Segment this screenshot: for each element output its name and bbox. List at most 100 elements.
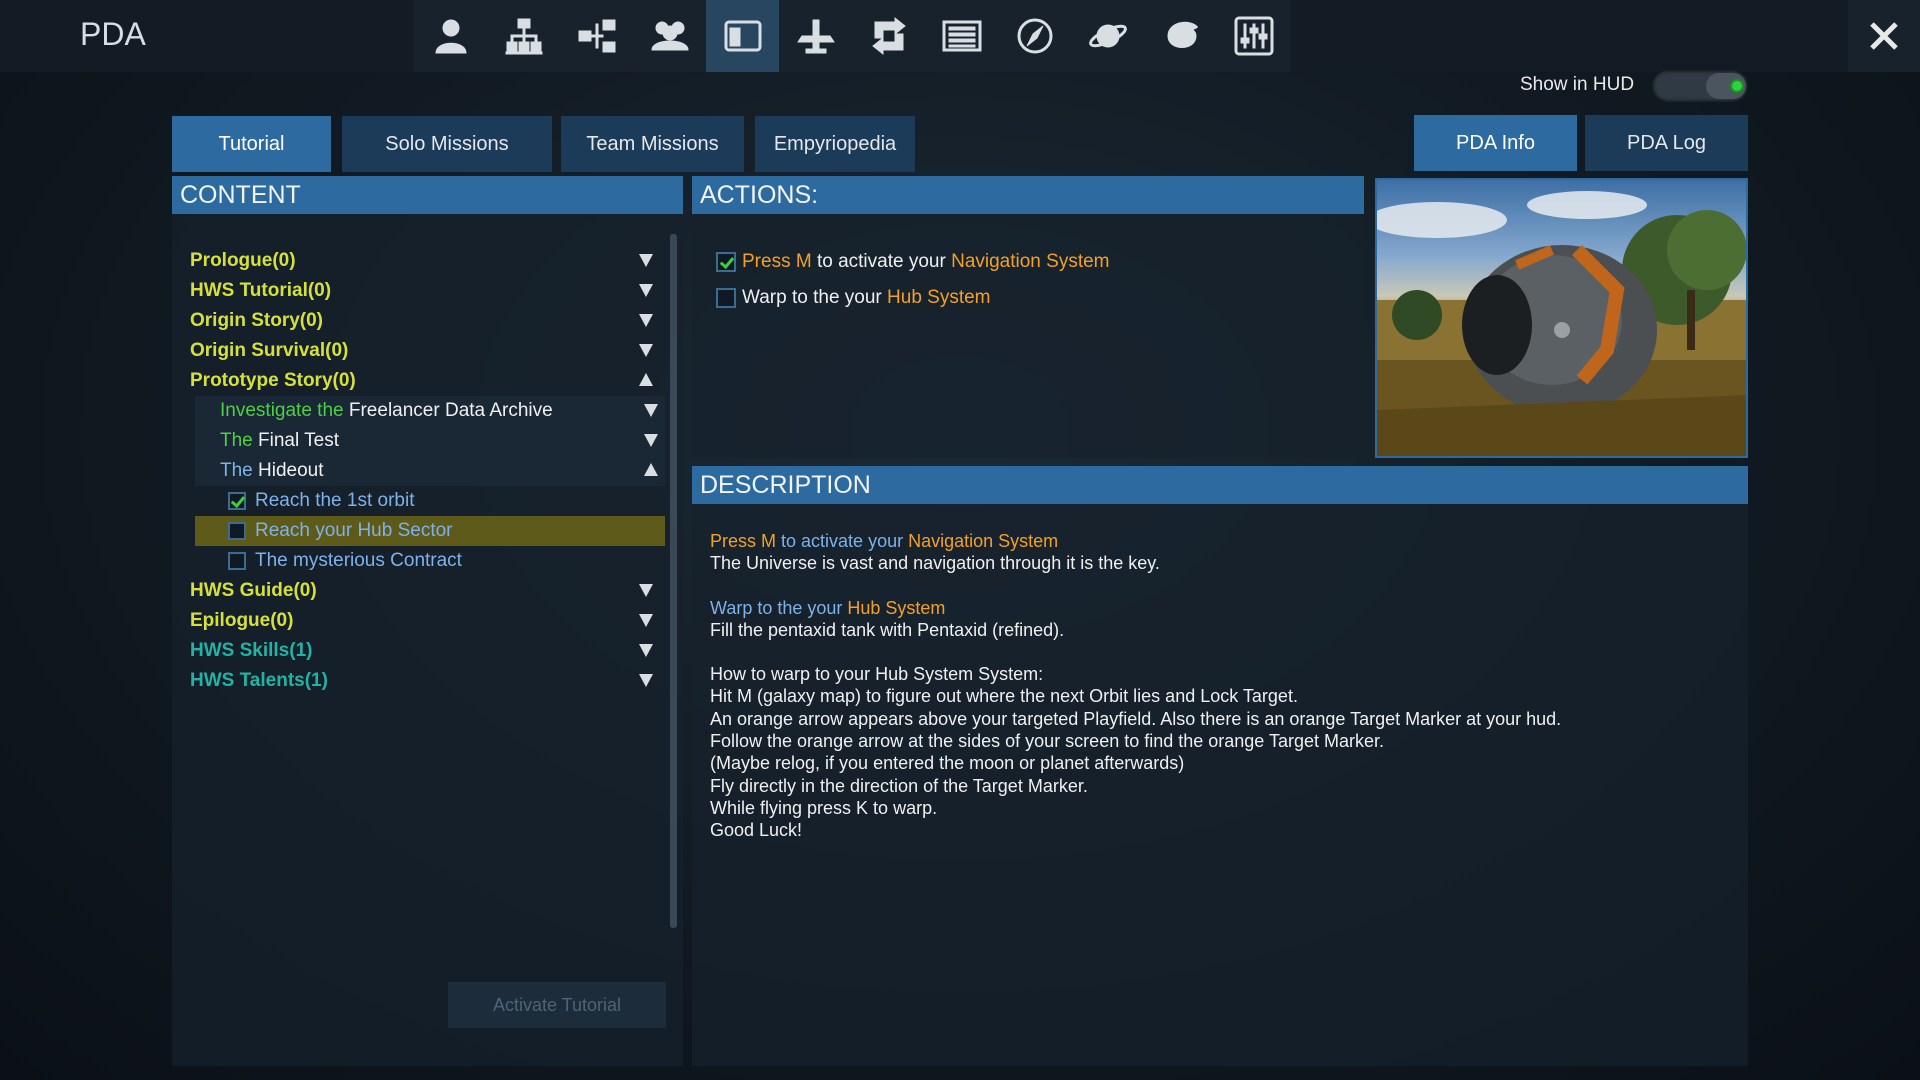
task-reach-1st-orbit[interactable]: Reach the 1st orbit <box>195 486 665 516</box>
list-item-epilogue[interactable]: Epilogue(0) <box>190 606 660 636</box>
task-reach-hub-sector[interactable]: Reach your Hub Sector <box>195 516 665 546</box>
list-item-hws-skills[interactable]: HWS Skills(1) <box>190 636 660 666</box>
tutorial-preview-image <box>1375 178 1748 458</box>
tab-empyriopedia[interactable]: Empyriopedia <box>755 116 915 172</box>
scrollbar-thumb[interactable] <box>670 234 677 928</box>
task-mysterious-contract[interactable]: The mysterious Contract <box>195 546 665 576</box>
chevron-down-icon[interactable] <box>638 672 654 688</box>
list-icon[interactable] <box>925 0 998 72</box>
task-label: Reach the 1st orbit <box>255 490 415 511</box>
network-icon[interactable] <box>487 0 560 72</box>
show-in-hud-toggle[interactable] <box>1652 70 1748 102</box>
content-scrollbar[interactable] <box>670 234 677 928</box>
action-text: Warp to the your <box>742 287 888 308</box>
settings-sliders-icon[interactable] <box>1217 0 1290 72</box>
desc-line: Fly directly in the direction of the Tar… <box>710 775 1088 796</box>
desc-line: An orange arrow appears above your targe… <box>710 708 1562 729</box>
top-bar: PDA <box>0 0 1920 72</box>
desc-target: Navigation System <box>908 531 1059 551</box>
action-activate-navigation[interactable]: Press M to activate your Navigation Syst… <box>716 251 1110 273</box>
close-icon <box>1870 22 1898 50</box>
list-item-origin-story[interactable]: Origin Story(0) <box>190 306 660 336</box>
chevron-down-icon[interactable] <box>643 402 659 418</box>
description-header: DESCRIPTION <box>692 466 1748 504</box>
list-item-label: Origin Story(0) <box>190 310 324 331</box>
task-checkbox[interactable] <box>228 522 246 540</box>
list-item-hws-talents[interactable]: HWS Talents(1) <box>190 666 660 696</box>
close-button[interactable] <box>1848 0 1920 72</box>
chevron-down-icon[interactable] <box>638 282 654 298</box>
list-item-label: Origin Survival(0) <box>190 340 349 361</box>
desc-line: Fill the pentaxid tank with Pentaxid (re… <box>710 619 1065 640</box>
desc-target: Hub System <box>847 597 946 618</box>
list-item-hideout[interactable]: The Hideout <box>195 456 665 486</box>
desc-line: How to warp to your Hub System System: <box>710 664 1044 685</box>
task-label: Reach your Hub Sector <box>255 520 453 541</box>
desc-line: Warp to the your Hub System <box>710 597 1730 619</box>
list-item-title: Final Test <box>258 430 339 451</box>
list-item-label: Prototype Story(0) <box>190 370 356 391</box>
list-item-label: HWS Tutorial(0) <box>190 280 332 301</box>
list-item-prefix: Investigate the <box>220 400 344 421</box>
chevron-down-icon[interactable] <box>638 252 654 268</box>
task-checkbox-checked[interactable] <box>228 492 246 510</box>
chevron-down-icon[interactable] <box>638 342 654 358</box>
task-checkbox[interactable] <box>228 552 246 570</box>
chevron-down-icon[interactable] <box>643 432 659 448</box>
desc-line: Hit M (galaxy map) to figure out where t… <box>710 686 1298 707</box>
galaxy-icon[interactable] <box>1144 0 1217 72</box>
list-item-title: Freelancer Data Archive <box>348 400 553 421</box>
desc-line: Press M to activate your Navigation Syst… <box>710 530 1730 552</box>
action-target: Navigation System <box>951 251 1110 272</box>
show-in-hud-label: Show in HUD <box>1520 74 1635 95</box>
player-icon[interactable] <box>414 0 487 72</box>
desc-line: (Maybe relog, if you entered the moon or… <box>710 753 1185 774</box>
list-item-prefix: The <box>220 460 253 481</box>
tab-solo-missions[interactable]: Solo Missions <box>342 116 552 172</box>
tab-team-missions[interactable]: Team Missions <box>561 116 744 172</box>
chevron-down-icon[interactable] <box>638 312 654 328</box>
chevron-down-icon[interactable] <box>638 612 654 628</box>
chevron-up-icon[interactable] <box>643 462 659 478</box>
list-item-final-test[interactable]: The Final Test <box>195 426 665 456</box>
list-item-origin-survival[interactable]: Origin Survival(0) <box>190 336 660 366</box>
activate-tutorial-button[interactable]: Activate Tutorial <box>448 982 666 1028</box>
exchange-icon[interactable] <box>852 0 925 72</box>
ship-icon[interactable] <box>779 0 852 72</box>
action-text: to activate your <box>811 251 952 272</box>
action-checkbox-checked[interactable] <box>716 252 736 272</box>
desc-line: Follow the orange arrow at the sides of … <box>710 731 1385 752</box>
list-item-freelancer-data-archive[interactable]: Investigate the Freelancer Data Archive <box>195 396 665 426</box>
action-checkbox[interactable] <box>716 288 736 308</box>
content-header: CONTENT <box>172 176 683 214</box>
tab-tutorial[interactable]: Tutorial <box>172 116 331 172</box>
list-item-hws-guide[interactable]: HWS Guide(0) <box>190 576 660 606</box>
planet-icon[interactable] <box>1071 0 1144 72</box>
pda-window-icon[interactable] <box>706 0 779 72</box>
pda-title: PDA <box>80 16 146 52</box>
desc-line: While flying press K to warp. <box>710 797 938 818</box>
desc-key: Press M <box>710 531 777 551</box>
list-item-label: Prologue(0) <box>190 250 296 271</box>
list-item-hws-tutorial[interactable]: HWS Tutorial(0) <box>190 276 660 306</box>
pda-icon-bar <box>414 0 1290 72</box>
structure-icon[interactable] <box>560 0 633 72</box>
action-warp-hub[interactable]: Warp to the your Hub System <box>716 287 991 309</box>
actions-header: ACTIONS: <box>692 176 1364 214</box>
compass-icon[interactable] <box>998 0 1071 72</box>
list-item-label: Epilogue(0) <box>190 610 294 631</box>
action-target: Hub System <box>887 287 991 308</box>
list-item-label: HWS Talents(1) <box>190 670 328 691</box>
list-item-prototype-story[interactable]: Prototype Story(0) <box>190 366 660 396</box>
list-item-prologue[interactable]: Prologue(0) <box>190 246 660 276</box>
chevron-up-icon[interactable] <box>638 372 654 388</box>
tab-pda-info[interactable]: PDA Info <box>1414 115 1577 171</box>
desc-line: The Universe is vast and navigation thro… <box>710 553 1160 574</box>
action-key: Press M <box>742 251 812 272</box>
toggle-on-indicator <box>1730 79 1744 93</box>
tab-pda-log[interactable]: PDA Log <box>1585 115 1748 171</box>
desc-line: Good Luck! <box>710 820 803 841</box>
group-icon[interactable] <box>633 0 706 72</box>
chevron-down-icon[interactable] <box>638 582 654 598</box>
chevron-down-icon[interactable] <box>638 642 654 658</box>
